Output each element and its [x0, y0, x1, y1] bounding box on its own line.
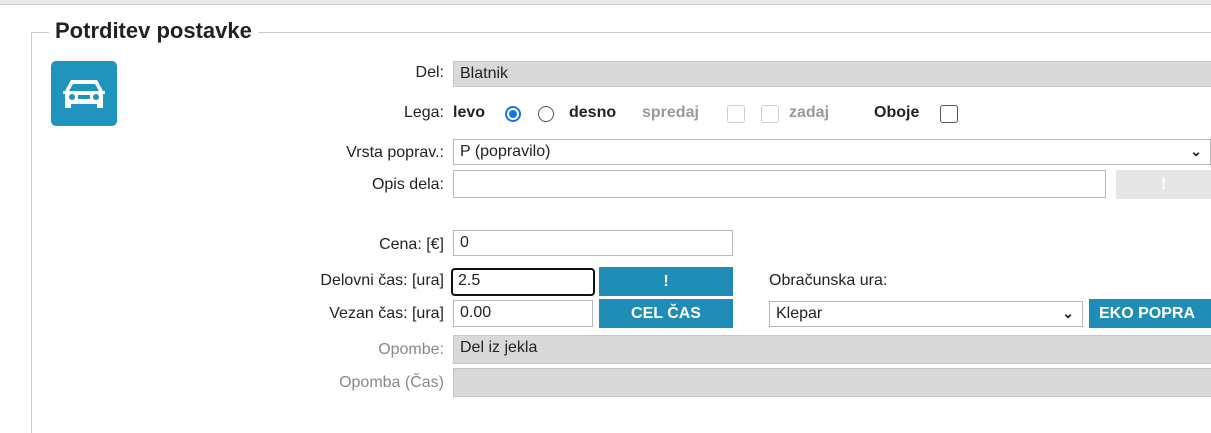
top-border [0, 0, 1211, 5]
opombe-label: Opombe: [378, 341, 444, 358]
opis-field[interactable] [453, 170, 1106, 198]
vezan-field[interactable]: 0.00 [453, 300, 593, 327]
lega-back-label: zadaj [789, 104, 830, 121]
cel-cas-button[interactable]: CEL ČAS [599, 299, 733, 328]
chevron-down-icon: ⌄ [1062, 305, 1074, 321]
delovni-field[interactable]: 2.5 [451, 268, 595, 296]
delovni-action-button[interactable]: ! [599, 267, 733, 296]
opis-action-button[interactable]: ! [1116, 170, 1211, 199]
opis-label: Opis dela: [371, 176, 444, 193]
chevron-down-icon: ⌄ [1190, 143, 1202, 159]
lega-left-label: levo [453, 104, 486, 121]
delovni-label: Delovni čas: [ura] [320, 272, 444, 289]
lega-both-checkbox[interactable] [940, 105, 958, 123]
cena-field[interactable]: 0 [453, 230, 733, 256]
vezan-label: Vezan čas: [ura] [329, 305, 444, 322]
section-title: Potrditev postavke [49, 18, 258, 44]
lega-front-checkbox[interactable] [727, 105, 745, 123]
vrsta-label: Vrsta poprav.: [346, 144, 444, 161]
obracunska-label: Obračunska ura: [769, 272, 888, 289]
obracunska-select-value: Klepar [776, 305, 823, 322]
lega-left-radio[interactable] [505, 106, 521, 122]
lega-front-label: spredaj [642, 104, 699, 121]
del-field: Blatnik [453, 61, 1211, 87]
opomba-cas-field [453, 368, 1211, 397]
lega-back-checkbox[interactable] [761, 105, 779, 123]
lega-label: Lega: [403, 104, 444, 121]
lega-right-label: desno [569, 104, 617, 121]
opomba-cas-label: Opomba (Čas) [339, 374, 444, 391]
opombe-field: Del iz jekla [453, 335, 1211, 364]
vrsta-select[interactable]: P (popravilo) ⌄ [453, 139, 1211, 165]
lega-both-label: Oboje [874, 104, 920, 121]
lega-right-radio[interactable] [538, 106, 554, 122]
vrsta-select-value: P (popravilo) [460, 143, 551, 160]
del-label: Del: [415, 64, 444, 81]
eko-popravilo-button[interactable]: EKO POPRA [1089, 299, 1211, 328]
car-icon [51, 61, 117, 126]
cena-label: Cena: [€] [379, 236, 444, 253]
obracunska-select[interactable]: Klepar ⌄ [769, 301, 1083, 327]
